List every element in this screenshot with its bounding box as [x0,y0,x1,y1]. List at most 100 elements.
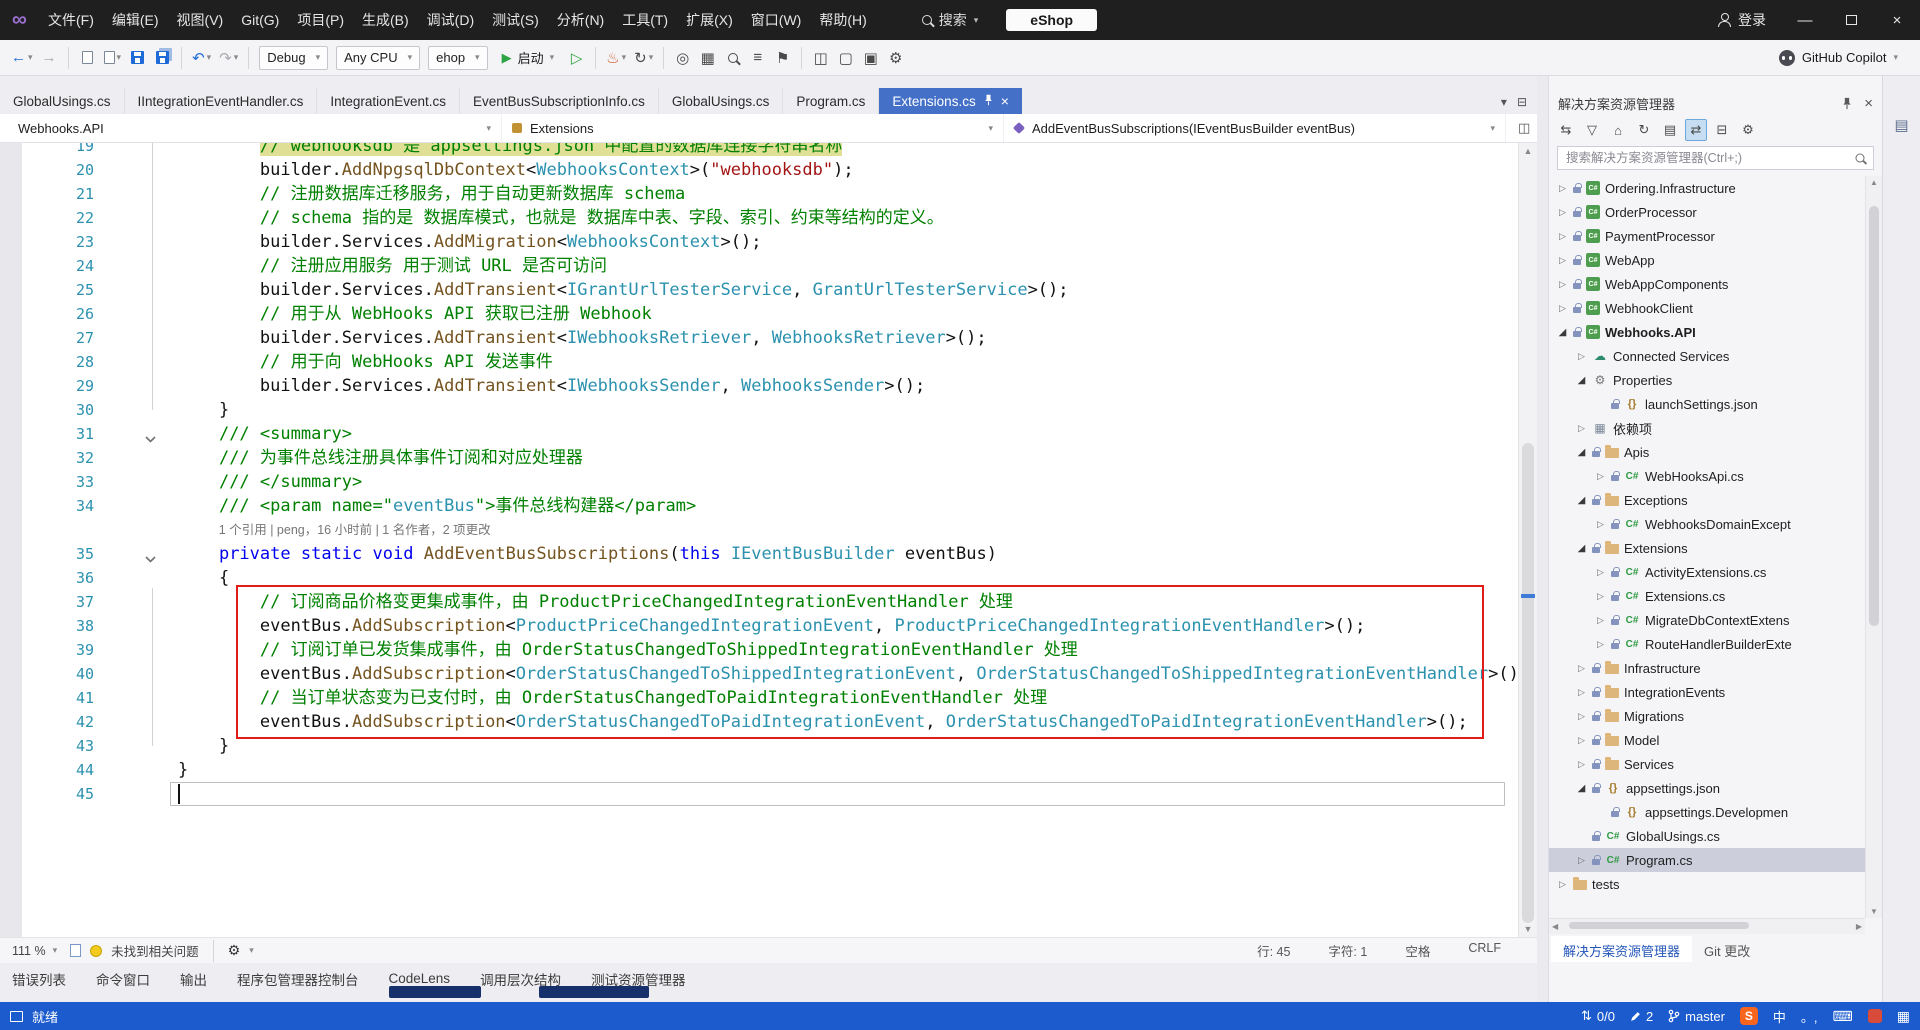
collapse-icon[interactable]: ◢ [1576,495,1587,506]
expand-icon[interactable]: ▷ [1576,687,1587,698]
code-line-35[interactable]: 35 private static void AddEventBusSubscr… [0,542,1518,566]
expand-icon[interactable]: ▷ [1595,639,1606,650]
close-button[interactable]: × [1874,0,1920,40]
code-line-34[interactable]: 34 /// <param name="eventBus">事件总线构建器</p… [0,494,1518,518]
solution-search-box[interactable] [1557,146,1874,170]
git-branch-button[interactable]: master [1668,1009,1725,1024]
attach-process-icon[interactable]: ◎ [671,45,694,71]
minimize-button[interactable]: — [1782,0,1828,40]
code-editor[interactable]: 19 // webhooksdb 是 appsettings.json 中配置的… [0,143,1537,937]
panel-tab-命令窗口[interactable]: 命令窗口 [96,969,150,989]
code-line-33[interactable]: 33 /// </summary> [0,470,1518,494]
codelens-info[interactable]: 1 个引用 | peng，16 小时前 | 1 名作者，2 项更改 [219,518,491,542]
keyboard-icon[interactable]: ⌨ [1833,1008,1853,1025]
tree-item-Exceptions[interactable]: ◢ Exceptions [1549,488,1866,512]
eol-indicator[interactable]: CRLF [1468,941,1501,960]
close-tab-icon[interactable]: × [1001,94,1009,108]
tree-item-IntegrationEvents[interactable]: ▷ IntegrationEvents [1549,680,1866,704]
zoom-select[interactable]: 111 % ▾ [8,944,61,958]
scroll-up-icon[interactable]: ▲ [1524,146,1533,156]
sogou-tool-icon[interactable] [1867,1009,1882,1023]
tree-item-launchSettings.json[interactable]: {} launchSettings.json [1549,392,1866,416]
sign-in-button[interactable]: 登录 [1701,10,1782,30]
expand-icon[interactable]: ▷ [1576,351,1587,362]
expand-icon[interactable]: ▷ [1576,735,1587,746]
tree-item-MigrateDbContextExtens[interactable]: ▷ C# MigrateDbContextExtens [1549,608,1866,632]
menu-item-6[interactable]: 调试(D) [418,0,483,40]
code-line-27[interactable]: 27 builder.Services.AddTransient<IWebhoo… [0,326,1518,350]
menu-item-10[interactable]: 扩展(X) [677,0,742,40]
breadcrumb-section-1[interactable]: Extensions ▾ [502,114,1004,142]
menu-item-11[interactable]: 窗口(W) [742,0,811,40]
tab-GlobalUsings.cs[interactable]: GlobalUsings.cs [0,88,125,114]
collapse-icon[interactable]: ◢ [1576,783,1587,794]
tree-item-Apis[interactable]: ◢ Apis [1549,440,1866,464]
code-line-24[interactable]: 24 // 注册应用服务 用于测试 URL 是否可访问 [0,254,1518,278]
expand-icon[interactable]: ▷ [1576,855,1587,866]
menu-item-8[interactable]: 分析(N) [548,0,613,40]
tree-item-WebAppComponents[interactable]: ▷ C# WebAppComponents [1549,272,1866,296]
expand-icon[interactable]: ▷ [1557,879,1568,890]
github-copilot-button[interactable]: GitHub Copilot ▾ [1778,49,1912,66]
window-layout-icon[interactable]: ▢ [834,45,857,71]
startup-project-select[interactable]: ehop ▾ [428,45,488,70]
panel-tab-CodeLens[interactable]: CodeLens [389,971,451,986]
maximize-button[interactable] [1828,0,1874,40]
new-file-icon[interactable] [76,45,99,71]
tree-item-tests[interactable]: ▷ tests [1549,872,1866,896]
tree-item-Ordering.Infrastructure[interactable]: ▷ C# Ordering.Infrastructure [1549,176,1866,200]
tree-item-WebhookClient[interactable]: ▷ C# WebhookClient [1549,296,1866,320]
tab-Extensions.cs[interactable]: Extensions.cs × [879,88,1022,114]
code-line-21[interactable]: 21 // 注册数据库迁移服务，用于自动更新数据库 schema [0,182,1518,206]
tree-item-WebHooksApi.cs[interactable]: ▷ C# WebHooksApi.cs [1549,464,1866,488]
menu-item-5[interactable]: 生成(B) [353,0,418,40]
breadcrumb-section-2[interactable]: AddEventBusSubscriptions(IEventBusBuilde… [1004,114,1506,142]
code-line-28[interactable]: 28 // 用于向 WebHooks API 发送事件 [0,350,1518,374]
menu-item-0[interactable]: 文件(F) [39,0,103,40]
background-tasks-icon[interactable] [10,1010,23,1022]
code-line-23[interactable]: 23 builder.Services.AddMigration<Webhook… [0,230,1518,254]
menu-item-2[interactable]: 视图(V) [168,0,233,40]
expand-icon[interactable]: ▷ [1595,615,1606,626]
space-indicator[interactable]: 空格 [1405,941,1430,960]
pin-icon[interactable] [1842,97,1852,110]
pin-icon[interactable] [984,94,993,109]
scrollbar-thumb[interactable] [1522,443,1534,923]
expand-icon[interactable]: ▷ [1557,207,1568,218]
expand-icon[interactable]: ▷ [1576,423,1587,434]
tree-item-appsettings.Developmen[interactable]: {} appsettings.Developmen [1549,800,1866,824]
tree-item-Program.cs[interactable]: ▷ C# Program.cs [1549,848,1866,872]
save-all-icon[interactable] [151,45,174,71]
code-line-20[interactable]: 20 builder.AddNpgsqlDbContext<WebhooksCo… [0,158,1518,182]
code-line-44[interactable]: 44} [0,758,1518,782]
expand-icon[interactable]: ▷ [1576,759,1587,770]
code-line-32[interactable]: 32 /// 为事件总线注册具体事件订阅和对应处理器 [0,446,1518,470]
menu-item-12[interactable]: 帮助(H) [810,0,875,40]
preview-window-icon[interactable]: ▣ [859,45,882,71]
filter-icon[interactable]: ▽ [1581,119,1603,141]
menu-item-4[interactable]: 项目(P) [288,0,353,40]
expand-icon[interactable]: ▷ [1595,591,1606,602]
tab-options-icon[interactable]: ⊟ [1517,95,1527,109]
menu-item-1[interactable]: 编辑(E) [103,0,168,40]
code-cleanup-icon[interactable]: ⚙ [228,942,241,959]
toolbar-options-icon[interactable]: ⚙ [884,45,907,71]
switch-views-icon[interactable]: ⇆ [1555,119,1577,141]
restart-application-icon[interactable]: ↻ ▾ [631,45,656,71]
expand-icon[interactable]: ▷ [1595,471,1606,482]
tree-item-Webhooks.API[interactable]: ◢ C# Webhooks.API [1549,320,1866,344]
save-icon[interactable] [126,45,149,71]
tree-item-Extensions.cs[interactable]: ▷ C# Extensions.cs [1549,584,1866,608]
code-line-31[interactable]: 31 /// <summary> [0,422,1518,446]
tree-item-PaymentProcessor[interactable]: ▷ C# PaymentProcessor [1549,224,1866,248]
tree-hscrollbar-thumb[interactable] [1569,922,1749,929]
tab-IntegrationEvent.cs[interactable]: IntegrationEvent.cs [317,88,460,114]
code-line-25[interactable]: 25 builder.Services.AddTransient<IGrantU… [0,278,1518,302]
expand-icon[interactable]: ▷ [1595,519,1606,530]
panel-tab-程序包管理器控制台[interactable]: 程序包管理器控制台 [237,969,359,989]
solution-search-input[interactable] [1566,151,1849,165]
health-indicator-icon[interactable] [70,944,82,957]
solution-name-search-box[interactable]: eShop [1006,9,1098,31]
tree-item-appsettings.json[interactable]: ◢ {} appsettings.json [1549,776,1866,800]
tree-item-Infrastructure[interactable]: ▷ Infrastructure [1549,656,1866,680]
